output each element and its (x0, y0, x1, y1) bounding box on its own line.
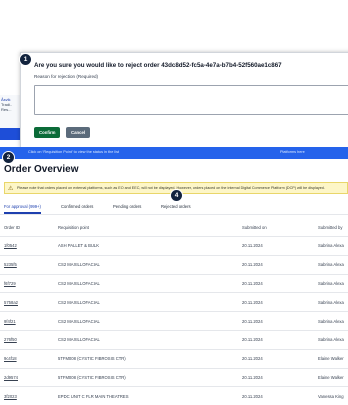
requisition-point: CS2 MAXILLOFACIAL (58, 254, 242, 275)
submitted-by: Elaine Walker (318, 348, 348, 369)
column-header-order-id[interactable]: Order ID (0, 218, 58, 237)
column-header-submitted-by[interactable]: Submitted by (318, 218, 348, 237)
order-id-link[interactable]: 9f4f21 (0, 311, 58, 331)
cancel-button[interactable]: Cancel (66, 127, 91, 138)
order-id-link[interactable]: 5235f5 (0, 254, 58, 275)
submitted-by: Vanessa King (318, 386, 348, 405)
requisition-point: 5TFM008 (CYSTIC FIBROSIS CTR) (58, 348, 242, 369)
warning-icon: ⚠ (8, 186, 14, 192)
submitted-by: Sabrina Alexa (318, 236, 348, 256)
background-blue-button (0, 128, 20, 140)
tab-for-approval[interactable]: For approval (999+) (4, 204, 41, 214)
order-id-link[interactable]: 2d9574 (0, 367, 58, 387)
page-title: Order Overview (4, 164, 79, 175)
column-header-requisition-point[interactable]: Requisition point (58, 218, 242, 237)
table-row[interactable]: 2d9574 5TFM008 (CYSTIC FIBROSIS CTR) 20.… (0, 367, 348, 387)
tab-confirmed-orders[interactable]: Confirmed orders (61, 204, 93, 209)
submitted-by: Sabrina Alexa (318, 292, 348, 312)
table-row[interactable]: 3f2023 EPDC UNIT C FLR MAIN THEATRES 20.… (0, 386, 348, 405)
info-bar-text: Click on ‘Requisition Point’ to view the… (28, 150, 120, 154)
notice-text: Please note that orders placed on extern… (17, 186, 325, 190)
submitted-by: Sabrina Alexa (318, 254, 348, 275)
order-id-link[interactable]: 276f50 (0, 329, 58, 350)
tab-rejected-orders[interactable]: Rejected orders (161, 204, 191, 209)
table-row[interactable]: 1f0542 ASH PALLET & BULK 20.11.2024 Sabr… (0, 236, 348, 256)
table-header-row: Order ID Requisition point Submitted on … (0, 218, 348, 237)
submitted-on: 20.11.2024 (242, 292, 318, 312)
table-row[interactable]: 9f4f21 CS2 MAXILLOFACIAL 20.11.2024 Sabr… (0, 311, 348, 331)
tab-pending-orders[interactable]: Pending orders (113, 204, 141, 209)
dialog-title: Are you sure you would like to reject or… (34, 62, 282, 69)
table-row[interactable]: 9c4f18 5TFM008 (CYSTIC FIBROSIS CTR) 20.… (0, 348, 348, 369)
submitted-on: 20.11.2024 (242, 386, 318, 405)
step-badge-1: 1 (19, 53, 32, 66)
confirm-button[interactable]: Confirm (34, 127, 61, 138)
order-tabs: For approval (999+) Confirmed orders Pen… (0, 200, 348, 215)
submitted-on: 20.11.2024 (242, 236, 318, 256)
info-bar: Click on ‘Requisition Point’ to view the… (0, 147, 348, 159)
order-id-link[interactable]: f6f729 (0, 273, 58, 293)
requisition-point: CS2 MAXILLOFACIAL (58, 311, 242, 331)
step-badge-4: 4 (170, 189, 183, 202)
requisition-point: CS2 MAXILLOFACIAL (58, 292, 242, 312)
requisition-point: EPDC UNIT C FLR MAIN THEATRES (58, 386, 242, 405)
table-row[interactable]: 5235f5 CS2 MAXILLOFACIAL 20.11.2024 Sabr… (0, 254, 348, 275)
submitted-on: 20.11.2024 (242, 367, 318, 387)
submitted-by: Elaine Walker (318, 367, 348, 387)
table-row[interactable]: 5758a2 CS2 MAXILLOFACIAL 20.11.2024 Sabr… (0, 292, 348, 312)
requisition-point: 5TFM008 (CYSTIC FIBROSIS CTR) (58, 367, 242, 387)
requisition-point: CS2 MAXILLOFACIAL (58, 329, 242, 350)
reason-label: Reason for rejection (Required) (34, 74, 99, 79)
reason-field[interactable] (34, 85, 348, 115)
order-id-link[interactable]: 1f0542 (0, 236, 58, 256)
background-panel-text: Åsvik Tradi.. Res... (0, 95, 20, 114)
order-id-link[interactable]: 3f2023 (0, 386, 58, 405)
table-row[interactable]: f6f729 CS2 MAXILLOFACIAL 20.11.2024 Sabr… (0, 273, 348, 293)
submitted-by: Sabrina Alexa (318, 329, 348, 350)
submitted-by: Sabrina Alexa (318, 273, 348, 293)
submitted-on: 20.11.2024 (242, 273, 318, 293)
column-header-submitted-on[interactable]: Submitted on (242, 218, 318, 237)
order-id-link[interactable]: 9c4f18 (0, 348, 58, 369)
info-bar-right-text: Platforms here (280, 150, 305, 154)
submitted-on: 20.11.2024 (242, 254, 318, 275)
order-id-link[interactable]: 5758a2 (0, 292, 58, 312)
step-badge-2: 2 (2, 151, 15, 164)
requisition-point: CS2 MAXILLOFACIAL (58, 273, 242, 293)
submitted-on: 20.11.2024 (242, 329, 318, 350)
background-side-panel: Åsvik Tradi.. Res... (0, 95, 21, 140)
orders-table: Order ID Requisition point Submitted on … (0, 218, 348, 405)
submitted-by: Sabrina Alexa (318, 311, 348, 331)
submitted-on: 20.11.2024 (242, 348, 318, 369)
reject-order-dialog: Are you sure you would like to reject or… (20, 52, 348, 148)
background-line: Res... (1, 107, 12, 112)
submitted-on: 20.11.2024 (242, 311, 318, 331)
table-row[interactable]: 276f50 CS2 MAXILLOFACIAL 20.11.2024 Sabr… (0, 329, 348, 350)
requisition-point: ASH PALLET & BULK (58, 236, 242, 256)
